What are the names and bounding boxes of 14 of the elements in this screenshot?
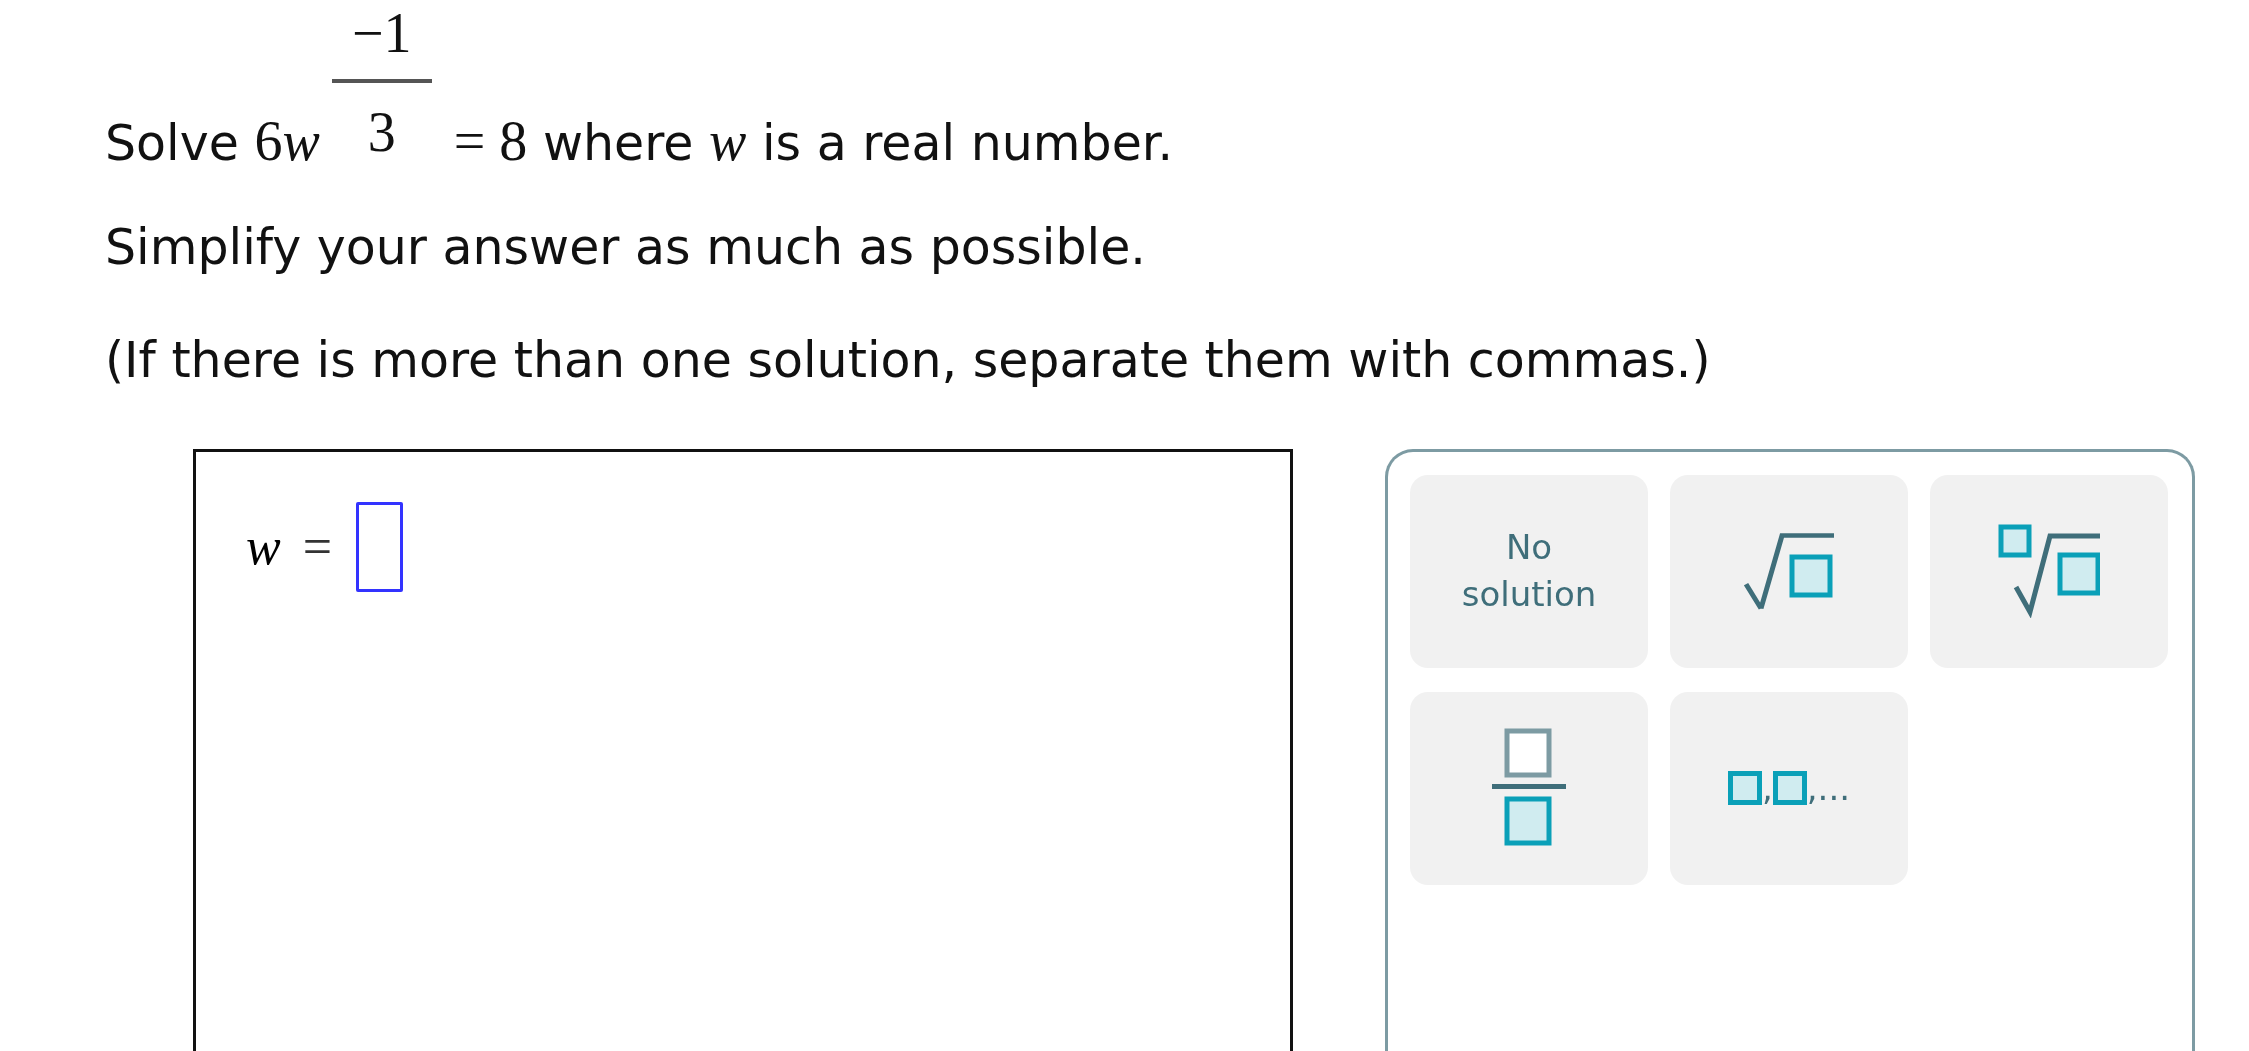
instruction-text: (If there is more than one solution, separate them with commas.) [105, 332, 1712, 391]
answer-variable: w [246, 516, 281, 577]
sqrt-button[interactable] [1670, 474, 1908, 668]
nth-root-icon [1998, 524, 2100, 619]
list-button[interactable]: , ,... [1670, 691, 1908, 885]
question-text: Solve 6w −1 3 = 8 where w is a real number. [105, 1, 1175, 174]
answer-input-box[interactable] [356, 501, 403, 592]
fraction-button[interactable] [1410, 691, 1648, 885]
equals-sign: = [302, 516, 332, 577]
nth-root-button[interactable] [1930, 474, 2168, 668]
fraction-icon [1490, 728, 1568, 849]
instruction-text: Simplify your answer as much as possible. [105, 219, 1147, 278]
no-solution-button[interactable]: No solution [1410, 474, 1648, 668]
square-root-icon [1744, 532, 1834, 611]
